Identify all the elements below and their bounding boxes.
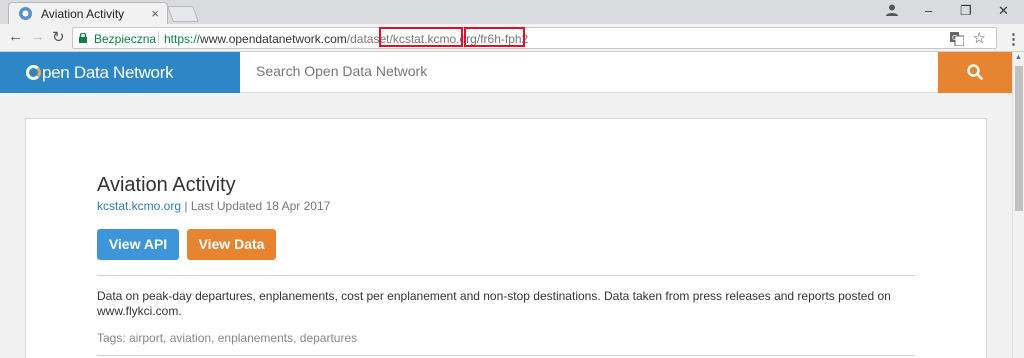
url-scheme: https:// <box>164 32 201 46</box>
dataset-domain-link[interactable]: kcstat.kcmo.org <box>97 199 181 213</box>
search-icon <box>967 64 983 80</box>
highlight-box-id <box>464 27 525 47</box>
back-button[interactable]: ← <box>8 28 23 45</box>
tab-close-icon[interactable]: × <box>151 6 159 21</box>
dataset-tags: Tags: airport, aviation, enplanements, d… <box>97 331 358 345</box>
forward-button[interactable]: → <box>30 28 45 45</box>
browser-tab[interactable]: Aviation Activity × <box>8 2 168 24</box>
url-divider <box>158 31 159 45</box>
dataset-meta: kcstat.kcmo.org | Last Updated 18 Apr 20… <box>97 199 330 213</box>
search-input[interactable] <box>256 63 916 79</box>
dataset-card: Aviation Activity kcstat.kcmo.org | Last… <box>25 118 987 358</box>
dataset-title: Aviation Activity <box>97 174 236 196</box>
bookmark-star-icon[interactable]: ☆ <box>973 29 986 47</box>
view-data-button[interactable]: View Data <box>187 229 276 260</box>
search-box <box>240 52 938 93</box>
restore-button[interactable]: ❐ <box>960 3 972 19</box>
browser-menu-icon[interactable]: ⋮ <box>1006 30 1021 48</box>
favicon-icon <box>19 7 32 20</box>
new-tab-button[interactable] <box>167 6 199 22</box>
highlight-box-domain <box>379 27 463 47</box>
minimize-button[interactable]: – <box>925 3 932 18</box>
browser-toolbar: ← → ↻ Bezpieczna https://www.opendatanet… <box>0 24 1024 52</box>
scroll-up-arrow-icon[interactable]: ▲ <box>1015 54 1022 61</box>
reload-button[interactable]: ↻ <box>52 28 65 46</box>
tab-title: Aviation Activity <box>41 7 125 21</box>
divider <box>97 275 915 276</box>
scroll-thumb[interactable] <box>1015 66 1023 211</box>
dataset-description: Data on peak-day departures, enplanement… <box>97 289 891 318</box>
view-api-button[interactable]: View API <box>97 229 179 260</box>
svg-text:G: G <box>952 34 957 42</box>
url-host: www.opendatanetwork.com <box>200 32 347 46</box>
search-button[interactable] <box>938 52 1012 93</box>
lock-icon <box>79 33 87 43</box>
logo-text: pen Data Network <box>42 63 174 82</box>
translate-icon[interactable]: G <box>950 32 964 46</box>
site-logo[interactable]: pen Data Network <box>26 63 174 83</box>
tab-strip: Aviation Activity × – ❐ ✕ <box>0 0 1024 24</box>
site-header: pen Data Network <box>0 52 1012 93</box>
meta-separator: | <box>184 199 188 213</box>
close-window-button[interactable]: ✕ <box>998 3 1009 19</box>
page-scrollbar[interactable]: ▲ <box>1012 52 1024 358</box>
logo-ring-icon <box>26 65 41 80</box>
address-bar[interactable]: Bezpieczna https://www.opendatanetwork.c… <box>72 27 997 49</box>
divider <box>97 355 915 356</box>
secure-label: Bezpieczna <box>94 32 157 46</box>
last-updated: Last Updated 18 Apr 2017 <box>190 199 331 213</box>
profile-icon[interactable] <box>885 3 899 17</box>
